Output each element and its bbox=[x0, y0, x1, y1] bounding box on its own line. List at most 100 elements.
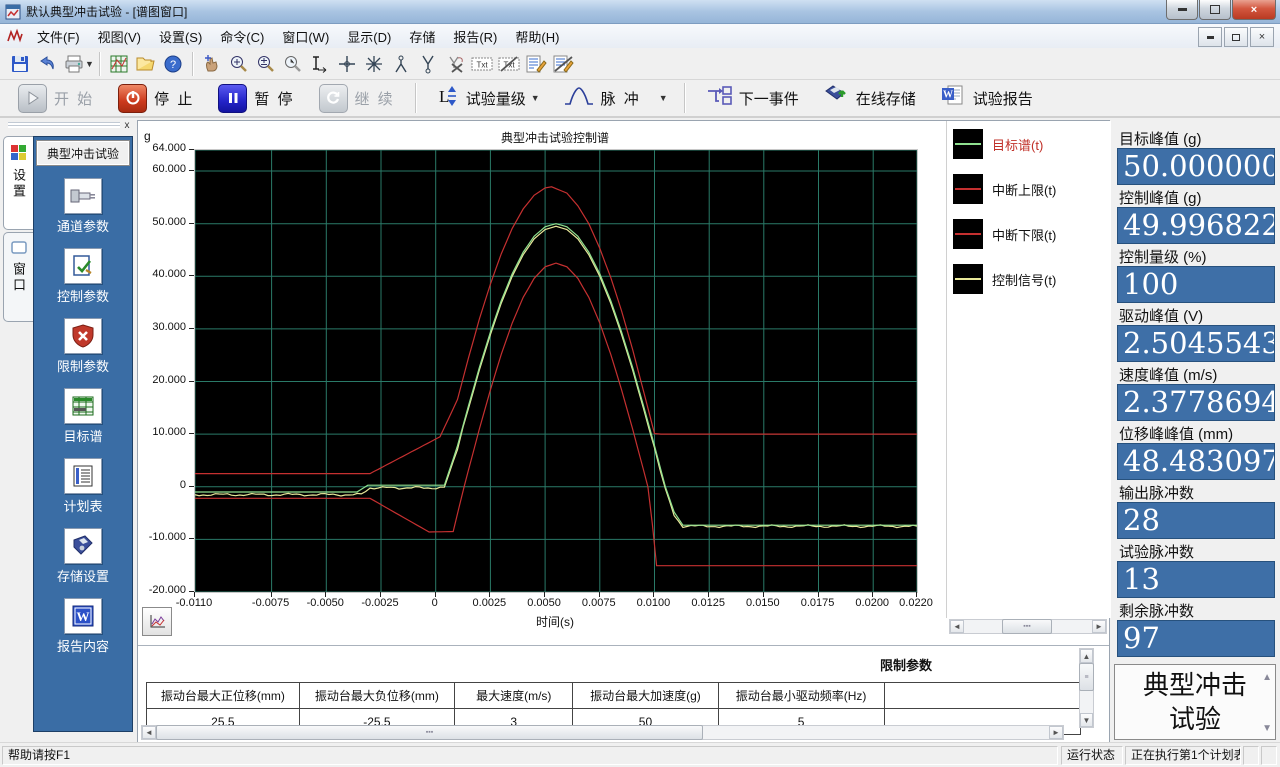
table-v-scrollbar[interactable]: ▲ ≡ ▼ bbox=[1079, 648, 1094, 728]
delete-notes-icon[interactable] bbox=[550, 51, 577, 77]
y-tick-label: 0 bbox=[140, 479, 186, 491]
delete-cursor-icon[interactable] bbox=[442, 51, 469, 77]
tab-settings[interactable]: 设置 bbox=[3, 136, 33, 230]
legend-label: 中断上限(t) bbox=[992, 180, 1056, 199]
scroll-down-icon[interactable]: ▼ bbox=[1080, 713, 1093, 727]
mdi-close-button[interactable]: × bbox=[1250, 27, 1274, 47]
stop-button[interactable]: 停 止 bbox=[108, 81, 204, 116]
menu-item-4[interactable]: 窗口(W) bbox=[273, 24, 338, 49]
pan-hand-icon[interactable] bbox=[199, 51, 226, 77]
continue-button[interactable]: 继 续 bbox=[309, 81, 405, 116]
test-level-button[interactable]: L 试验量级 ▼ bbox=[427, 81, 550, 115]
toolbar-separator bbox=[99, 52, 101, 76]
pause-button[interactable]: 暂 停 bbox=[208, 81, 304, 116]
zoom-in-icon[interactable] bbox=[226, 51, 253, 77]
application-window: 默认典型冲击试验 - [谱图窗口] × 文件(F)视图(V)设置(S)命令(C)… bbox=[0, 0, 1280, 767]
plot-options-button[interactable] bbox=[142, 607, 172, 636]
menu-item-2[interactable]: 设置(S) bbox=[150, 24, 211, 49]
stop-label: 停 止 bbox=[154, 88, 194, 109]
close-button[interactable]: × bbox=[1232, 0, 1276, 20]
mdi-window-buttons: × bbox=[1198, 27, 1274, 47]
pause-icon bbox=[218, 84, 247, 113]
sidebar-item-4[interactable]: 计划表 bbox=[34, 458, 132, 515]
help-icon[interactable]: ? bbox=[160, 51, 187, 77]
fork-cursor-icon[interactable] bbox=[415, 51, 442, 77]
settings-tab-icon bbox=[11, 145, 26, 160]
x-tick-label: 0.0100 bbox=[627, 597, 679, 609]
legend-item-0[interactable]: 目标谱(t) bbox=[953, 129, 1043, 159]
scroll-right-icon[interactable]: ► bbox=[1092, 620, 1106, 633]
table-h-scrollbar[interactable]: ◄ ▪▪▪ ► bbox=[141, 725, 1064, 740]
sidebar-item-2[interactable]: 限制参数 bbox=[34, 318, 132, 375]
control-spectrum-plot[interactable] bbox=[194, 149, 918, 593]
print-dropdown-caret[interactable]: ▼ bbox=[85, 59, 94, 69]
scroll-left-icon[interactable]: ◄ bbox=[950, 620, 964, 633]
x-tick-label: 0 bbox=[409, 597, 461, 609]
x-axis-label: 时间(s) bbox=[194, 613, 916, 630]
minimize-button[interactable] bbox=[1166, 0, 1198, 20]
sidebar-item-3[interactable]: 目标谱 bbox=[34, 388, 132, 445]
star-cursor-icon[interactable] bbox=[361, 51, 388, 77]
menu-item-7[interactable]: 报告(R) bbox=[444, 24, 506, 49]
zoom-time-icon[interactable] bbox=[280, 51, 307, 77]
status-help-text: 帮助请按F1 bbox=[2, 746, 1058, 765]
pulse-dropdown-caret[interactable]: ▼ bbox=[653, 93, 674, 103]
y-tick-label: 10.000 bbox=[140, 426, 186, 438]
metric-label: 控制量级 (%) bbox=[1119, 246, 1207, 267]
scroll-thumb[interactable]: ▪▪▪ bbox=[156, 725, 703, 740]
navigator-items: 通道参数控制参数限制参数目标谱计划表存储设置 W报告内容 bbox=[34, 178, 132, 655]
dock-close-icon[interactable]: x bbox=[121, 120, 133, 132]
pulse-button[interactable]: 脉 冲 bbox=[554, 81, 651, 115]
restore-button[interactable] bbox=[1199, 0, 1231, 20]
legend-item-2[interactable]: 中断下限(t) bbox=[953, 219, 1056, 249]
next-event-icon bbox=[706, 84, 732, 112]
mdi-restore-button[interactable] bbox=[1224, 27, 1248, 47]
next-event-button[interactable]: 下一事件 bbox=[696, 81, 809, 115]
legend-item-3[interactable]: 控制信号(t) bbox=[953, 264, 1056, 294]
sidebar-item-6[interactable]: W报告内容 bbox=[34, 598, 132, 655]
metric-label: 输出脉冲数 bbox=[1119, 482, 1194, 503]
scroll-up-icon[interactable]: ▲ bbox=[1262, 671, 1272, 684]
print-icon[interactable] bbox=[60, 51, 87, 77]
legend-item-1[interactable]: 中断上限(t) bbox=[953, 174, 1056, 204]
scroll-down-icon[interactable]: ▼ bbox=[1262, 722, 1272, 735]
scroll-up-icon[interactable]: ▲ bbox=[1080, 649, 1093, 663]
delete-text-icon[interactable]: Txt bbox=[496, 51, 523, 77]
menu-item-8[interactable]: 帮助(H) bbox=[506, 24, 568, 49]
metric-label: 位移峰峰值 (mm) bbox=[1119, 423, 1233, 444]
scroll-left-icon[interactable]: ◄ bbox=[142, 726, 156, 739]
legend-h-scrollbar[interactable]: ◄ ▪▪▪ ► bbox=[949, 619, 1107, 634]
sidebar-item-5[interactable]: 存储设置 bbox=[34, 528, 132, 585]
menu-item-6[interactable]: 存储 bbox=[400, 24, 444, 49]
scroll-right-icon[interactable]: ► bbox=[1049, 726, 1063, 739]
menu-item-0[interactable]: 文件(F) bbox=[28, 24, 89, 49]
online-storage-button[interactable]: 在线存储 bbox=[813, 80, 926, 116]
x-tick-label: -0.0110 bbox=[168, 597, 220, 609]
tab-settings-label: 设置 bbox=[9, 168, 28, 200]
mdi-minimize-button[interactable] bbox=[1198, 27, 1222, 47]
schedule-icon bbox=[64, 458, 102, 494]
sidebar-item-1[interactable]: 控制参数 bbox=[34, 248, 132, 305]
menu-item-3[interactable]: 命令(C) bbox=[211, 24, 273, 49]
menu-item-5[interactable]: 显示(D) bbox=[338, 24, 400, 49]
text-label-icon[interactable]: Txt bbox=[469, 51, 496, 77]
scroll-thumb[interactable]: ▪▪▪ bbox=[1002, 619, 1052, 634]
crosshair-cursor-icon[interactable] bbox=[334, 51, 361, 77]
save-icon[interactable] bbox=[6, 51, 33, 77]
harmonic-cursor-icon[interactable] bbox=[388, 51, 415, 77]
x-tick-label: -0.0025 bbox=[354, 597, 406, 609]
open-folder-icon[interactable] bbox=[133, 51, 160, 77]
spectrum-grid-icon[interactable] bbox=[106, 51, 133, 77]
tab-window[interactable]: 窗口 bbox=[3, 232, 33, 322]
cursor-ibeam-icon[interactable] bbox=[307, 51, 334, 77]
undo-icon[interactable] bbox=[33, 51, 60, 77]
sidebar-item-label: 计划表 bbox=[34, 496, 132, 515]
start-button[interactable]: 开 始 bbox=[8, 81, 104, 116]
scroll-thumb[interactable]: ≡ bbox=[1079, 663, 1094, 691]
menu-item-1[interactable]: 视图(V) bbox=[89, 24, 150, 49]
zoom-extent-icon[interactable] bbox=[253, 51, 280, 77]
notes-icon[interactable] bbox=[523, 51, 550, 77]
test-report-button[interactable]: W 试验报告 bbox=[930, 80, 1043, 116]
sidebar-item-0[interactable]: 通道参数 bbox=[34, 178, 132, 235]
dock-grip[interactable] bbox=[8, 122, 120, 128]
